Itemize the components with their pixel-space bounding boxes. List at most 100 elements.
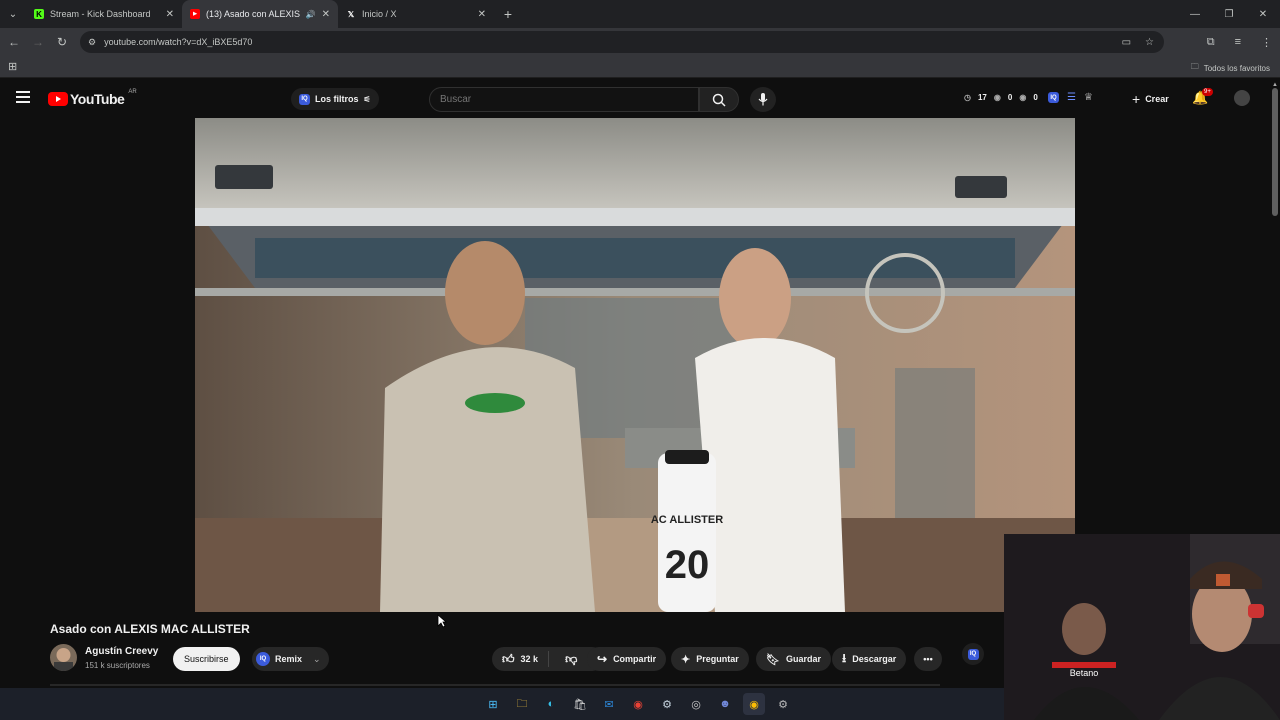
dislike-button[interactable]: 👎︎ [555, 652, 587, 667]
eye-icon: ◉ [993, 93, 1001, 102]
close-icon[interactable]: ✕ [322, 9, 330, 20]
mouse-cursor-icon [437, 614, 447, 628]
remix-button[interactable]: IQ Remix ⌄ [252, 647, 329, 671]
extension-icons: IQ ☰ ♕ [1048, 92, 1093, 103]
voice-search-button[interactable] [750, 87, 776, 112]
download-label: Descargar [852, 654, 897, 664]
more-actions-button[interactable]: ••• [914, 647, 942, 671]
extensions-icon[interactable]: ⧉ [1207, 36, 1215, 49]
tab-x[interactable]: 𝕏 Inicio / X ✕ [338, 0, 494, 28]
youtube-logo[interactable]: YouTube AR [48, 89, 137, 107]
sparkle-icon: ✦ [681, 653, 691, 666]
page-scrollbar[interactable] [1272, 88, 1278, 216]
address-bar[interactable]: ⚙ youtube.com/watch?v=dX_iBXE5d70 ▭ ☆ [80, 31, 1164, 53]
youtube-icon: ▶ [190, 9, 200, 19]
tab-title: (13) Asado con ALEXIS MAC [206, 9, 302, 19]
search-button[interactable] [699, 87, 739, 112]
subscribe-button[interactable]: Suscribirse [173, 647, 240, 671]
extension-stats: ◷ 17 ◉ 0 ◉ 0 [964, 93, 1038, 102]
microphone-icon [758, 93, 768, 106]
youtube-masthead: YouTube AR IQ Los filtros ⚟ ◷ 17 ◉ 0 ◉ 0… [0, 80, 1280, 118]
streamer-webcam: Betano [1004, 534, 1280, 720]
share-button[interactable]: ↪ Compartir [587, 647, 667, 671]
close-window-icon[interactable]: ✕ [1246, 0, 1280, 28]
tab-search-icon[interactable]: ⌄ [0, 0, 26, 28]
apps-grid-icon[interactable]: ⊞ [8, 60, 17, 73]
edge-icon[interactable]: ◐ [540, 693, 562, 715]
ask-button[interactable]: ✦ Preguntar [671, 647, 749, 671]
notifications-button[interactable]: 🔔 9+ [1192, 88, 1213, 106]
bookmark-star-icon[interactable]: ☆ [1145, 37, 1154, 48]
store-icon[interactable]: 🛍︎ [569, 693, 591, 715]
ask-label: Preguntar [696, 654, 739, 664]
browser-tab-strip: ⌄ K Stream - Kick Dashboard ✕ ▶ (13) Asa… [0, 0, 1280, 28]
iq-extension-icon: IQ [299, 93, 310, 105]
thumbs-up-icon: 👍︎ [502, 651, 515, 666]
iq-floating-button[interactable]: IQ [962, 643, 984, 665]
filters-label: Los filtros [315, 94, 359, 104]
share-label: Compartir [613, 654, 657, 664]
channel-avatar[interactable] [50, 644, 77, 671]
windows-taskbar: ⊞ 🗀 ◐ 🛍︎ ✉ ◉ ⚙ ◎ ☻ ◉ ⚙ [0, 688, 1004, 720]
bottle-number: 20 [665, 543, 710, 587]
tab-youtube[interactable]: ▶ (13) Asado con ALEXIS MAC 🔊 ✕ [182, 0, 338, 28]
outlook-icon[interactable]: ✉ [598, 693, 620, 715]
video-frame: AC ALLISTER 20 [195, 118, 1075, 612]
kick-icon: K [34, 9, 44, 19]
iq-extension-icon[interactable]: IQ [1048, 92, 1059, 103]
account-avatar[interactable] [1234, 90, 1250, 106]
stat-views: 17 [977, 93, 987, 102]
tab-kick[interactable]: K Stream - Kick Dashboard ✕ [26, 0, 182, 28]
maximize-icon[interactable]: ❐ [1212, 0, 1246, 28]
country-code: AR [128, 89, 137, 95]
chrome-active-icon[interactable]: ◉ [743, 693, 765, 715]
chevron-down-icon: ⌄ [313, 653, 321, 664]
like-button[interactable]: 👍︎ 32 k [492, 651, 550, 667]
speaker-icon[interactable]: 🔊 [306, 10, 316, 19]
settings-icon[interactable]: ⚙ [772, 693, 794, 715]
logo-text: YouTube [70, 91, 125, 107]
close-icon[interactable]: ✕ [478, 9, 486, 20]
site-info-icon[interactable]: ⚙ [88, 37, 96, 48]
share-icon: ↪ [597, 652, 608, 666]
cast-icon[interactable]: ▭ [1122, 37, 1131, 48]
obs-icon[interactable]: ◎ [685, 693, 707, 715]
plus-icon: + [1132, 91, 1141, 107]
sliders-icon: ⚟ [363, 94, 371, 104]
list-icon[interactable]: ☰ [1067, 92, 1076, 103]
minimize-icon[interactable]: — [1178, 0, 1212, 28]
steam-icon[interactable]: ⚙ [656, 693, 678, 715]
file-explorer-icon[interactable]: 🗀 [511, 693, 533, 715]
trophy-icon[interactable]: ♕ [1084, 92, 1093, 103]
save-label: Guardar [785, 654, 821, 664]
windows-start-icon[interactable]: ⊞ [482, 693, 504, 715]
download-button[interactable]: ⭳ Descargar [832, 647, 907, 671]
tab-title: Stream - Kick Dashboard [50, 9, 151, 19]
notification-count: 9+ [1202, 88, 1213, 96]
filters-button[interactable]: IQ Los filtros ⚟ [291, 88, 379, 110]
create-button[interactable]: + Crear [1124, 88, 1177, 110]
back-icon[interactable]: ← [2, 28, 26, 56]
discord-icon[interactable]: ☻ [714, 693, 736, 715]
new-tab-button[interactable]: + [494, 0, 522, 28]
bottle-text: AC ALLISTER [651, 514, 723, 526]
all-bookmarks-button[interactable]: 🗀 Todos los favoritos [1191, 61, 1270, 75]
youtube-play-icon [48, 92, 68, 106]
video-player[interactable]: AC ALLISTER 20 [195, 118, 1075, 612]
save-button[interactable]: 🔖︎ Guardar [756, 647, 831, 671]
reload-icon[interactable]: ↻ [50, 28, 74, 56]
forward-icon[interactable]: → [26, 28, 50, 56]
tab-title: Inicio / X [362, 9, 397, 19]
browser-menu-icon[interactable]: ⋮ [1261, 36, 1272, 49]
channel-name[interactable]: Agustín Creevy [85, 646, 158, 657]
media-control-icon[interactable]: ≡ [1235, 36, 1241, 48]
clock-icon: ◷ [964, 93, 971, 102]
chrome-icon[interactable]: ◉ [627, 693, 649, 715]
menu-icon[interactable] [16, 91, 30, 103]
bookmark-icon: 🔖︎ [766, 653, 780, 666]
stat-b: 0 [1033, 93, 1038, 102]
search-input[interactable] [429, 87, 699, 112]
close-icon[interactable]: ✕ [166, 9, 174, 20]
download-icon: ⭳ [842, 650, 847, 665]
divider [50, 684, 940, 686]
